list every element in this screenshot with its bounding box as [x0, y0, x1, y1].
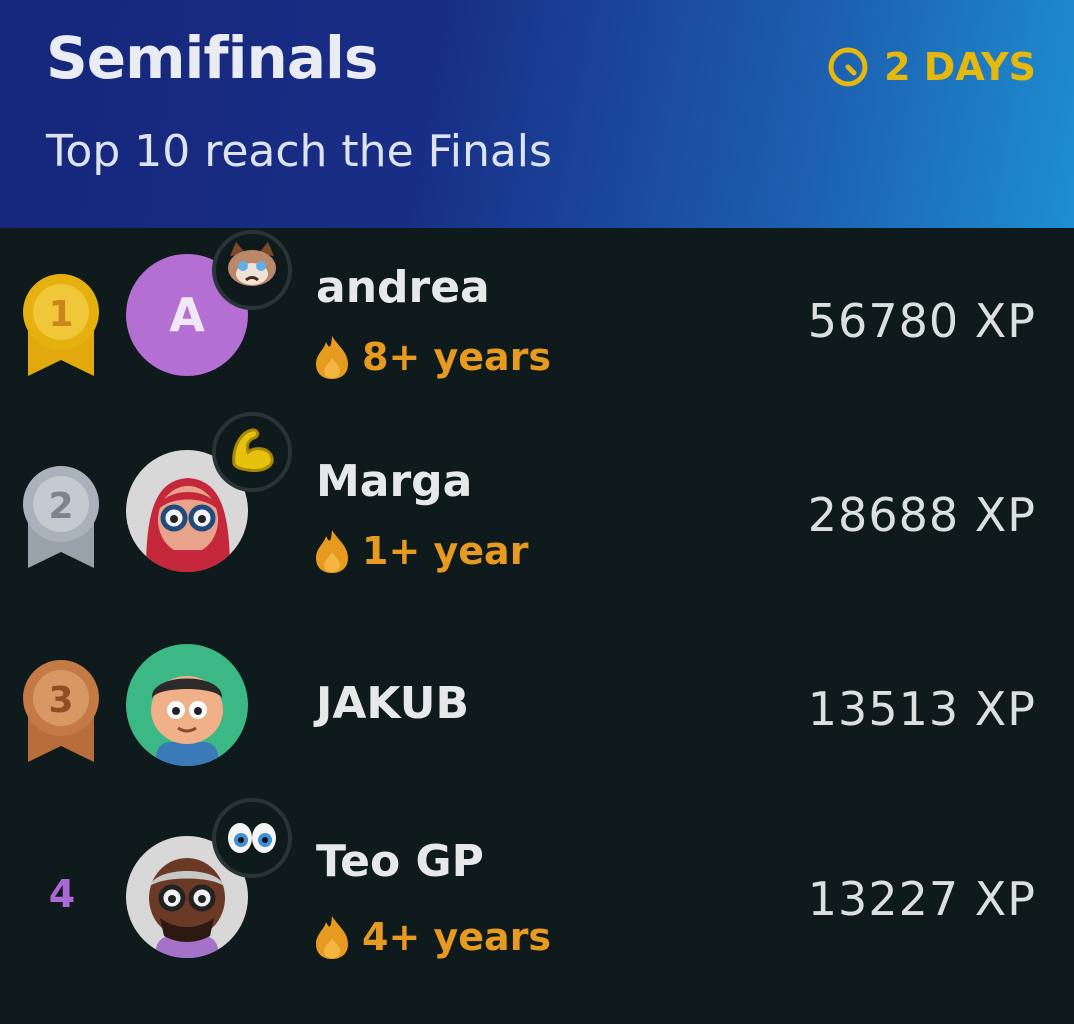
- time-remaining: 2 DAYS: [826, 44, 1036, 90]
- page-subtitle: Top 10 reach the Finals: [46, 126, 552, 177]
- page-title: Semifinals: [46, 24, 378, 92]
- leaderboard-row[interactable]: 4 Teo GP 4+ years 13227 XP: [0, 798, 1074, 996]
- silver-medal-icon: 2: [23, 466, 99, 568]
- grumpy-cat-badge-icon: [212, 230, 292, 310]
- xp-value: 13513 XP: [807, 682, 1036, 736]
- gold-medal-icon: 1: [23, 274, 99, 376]
- user-name: JAKUB: [316, 678, 470, 729]
- streak-label: 4+ years: [362, 915, 552, 959]
- streak-label: 1+ year: [362, 529, 529, 573]
- flame-icon: [316, 530, 348, 573]
- clock-icon: [828, 47, 868, 87]
- strong-arm-badge-icon: [212, 412, 292, 492]
- rank-label: 2: [48, 486, 73, 527]
- streak-label: 8+ years: [362, 335, 552, 379]
- leaderboard-header: Semifinals Top 10 reach the Finals 2 DAY…: [0, 0, 1074, 228]
- user-name: Teo GP: [316, 836, 484, 887]
- bronze-medal-icon: 3: [23, 660, 99, 762]
- rank-label: 4: [48, 872, 76, 916]
- flame-icon: [316, 916, 348, 959]
- flame-icon: [316, 336, 348, 379]
- user-name: Marga: [316, 456, 473, 507]
- rank-label: 3: [48, 680, 73, 721]
- leaderboard-row[interactable]: 1 A andrea 8+ years 56780 XP: [0, 228, 1074, 418]
- leaderboard-row[interactable]: 2 Marga 1+ year 28688 XP: [0, 412, 1074, 610]
- xp-value: 13227 XP: [807, 872, 1036, 926]
- eyes-badge-icon: [212, 798, 292, 878]
- xp-value: 28688 XP: [807, 488, 1036, 542]
- leaderboard-row[interactable]: 3 JAKUB 13513 XP: [0, 614, 1074, 804]
- timer-label: 2 DAYS: [884, 45, 1036, 89]
- avatar[interactable]: [126, 644, 248, 766]
- rank-label: 1: [48, 294, 73, 335]
- streak: 8+ years: [312, 334, 551, 380]
- xp-value: 56780 XP: [807, 294, 1036, 348]
- streak: 4+ years: [312, 914, 551, 960]
- user-name: andrea: [316, 262, 490, 313]
- streak: 1+ year: [312, 528, 528, 574]
